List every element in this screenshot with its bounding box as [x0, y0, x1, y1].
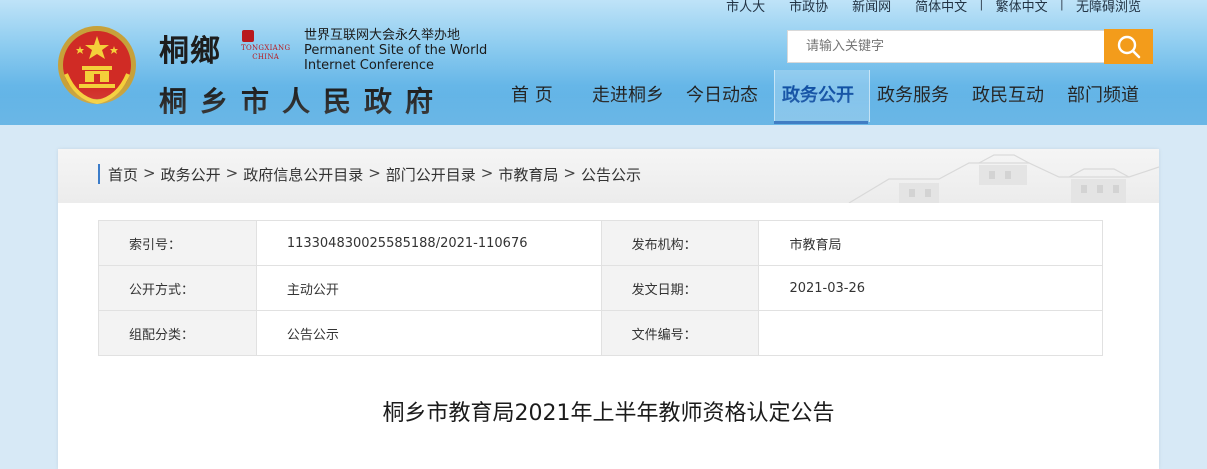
top-link-news[interactable]: 新闻网	[840, 0, 903, 15]
nav-today-news[interactable]: 今日动态	[686, 74, 758, 122]
content-card: 首页 > 政务公开 > 政府信息公开目录 > 部门公开目录 > 市教育局 > 公…	[58, 149, 1159, 469]
logo-en-small: TONGXIANG CHINA	[241, 44, 291, 61]
nav-about-tongxiang[interactable]: 走进桐乡	[592, 74, 664, 122]
breadcrumb-marker	[98, 164, 100, 184]
breadcrumb-separator: >	[563, 164, 576, 182]
table-row: 索引号： 113304830025585188/2021-110676 发布机构…	[98, 220, 1103, 266]
breadcrumb-bar: 首页 > 政务公开 > 政府信息公开目录 > 部门公开目录 > 市教育局 > 公…	[58, 149, 1159, 203]
search-icon	[1117, 35, 1141, 59]
watertown-scenery-icon	[848, 154, 1159, 203]
nav-government-affairs[interactable]: 政务公开	[782, 74, 854, 122]
wic-slogan: 世界互联网大会永久举办地 Permanent Site of the World…	[304, 28, 488, 73]
breadcrumb-department-catalog[interactable]: 部门公开目录	[386, 164, 476, 185]
nav-government-services[interactable]: 政务服务	[877, 74, 949, 122]
breadcrumb-separator: >	[480, 164, 494, 182]
meta-label-category: 组配分类：	[98, 310, 257, 356]
breadcrumb-government-affairs[interactable]: 政务公开	[161, 164, 221, 185]
breadcrumb-separator: >	[143, 164, 156, 182]
top-link-npc[interactable]: 市人大	[714, 0, 777, 15]
meta-label-document-number: 文件编号：	[600, 310, 760, 356]
nav-home[interactable]: 首 页	[511, 74, 553, 122]
article-title: 桐乡市教育局2021年上半年教师资格认定公告	[382, 401, 835, 426]
breadcrumb-education-bureau[interactable]: 市教育局	[498, 164, 558, 185]
breadcrumb-separator: >	[225, 164, 239, 182]
breadcrumb-announcements[interactable]: 公告公示	[581, 164, 641, 185]
meta-label-publisher: 发布机构：	[600, 220, 760, 266]
top-link-cppcc[interactable]: 市政协	[777, 0, 840, 15]
meta-value-document-number	[758, 310, 1103, 356]
meta-label-issue-date: 发文日期：	[600, 265, 760, 311]
document-meta-table: 索引号： 113304830025585188/2021-110676 发布机构…	[98, 220, 1103, 356]
breadcrumb-separator: >	[368, 164, 381, 182]
table-row: 组配分类： 公告公示 文件编号：	[98, 310, 1103, 356]
meta-label-disclosure-mode: 公开方式：	[98, 265, 257, 311]
top-link-accessibility[interactable]: 无障碍浏览	[1064, 0, 1153, 15]
site-title: 桐乡市人民政府	[159, 85, 447, 118]
nav-department-channels[interactable]: 部门频道	[1067, 74, 1139, 122]
seal-icon	[242, 30, 254, 42]
breadcrumb-home[interactable]: 首页	[108, 164, 138, 185]
table-row: 公开方式： 主动公开 发文日期： 2021-03-26	[98, 265, 1103, 311]
search-button[interactable]	[1104, 29, 1153, 64]
search-input[interactable]	[787, 30, 1105, 63]
top-link-traditional[interactable]: 繁体中文	[984, 0, 1060, 15]
top-links: 市人大 市政协 新闻网 简体中文 | 繁体中文 | 无障碍浏览	[714, 0, 1153, 15]
national-emblem-icon	[58, 26, 136, 105]
nav-active-underline	[774, 121, 868, 124]
meta-value-disclosure-mode: 主动公开	[255, 265, 602, 311]
nav-public-interaction[interactable]: 政民互动	[972, 74, 1044, 122]
breadcrumb: 首页 > 政务公开 > 政府信息公开目录 > 部门公开目录 > 市教育局 > 公…	[108, 164, 641, 185]
meta-value-issue-date: 2021-03-26	[758, 265, 1103, 311]
breadcrumb-disclosure-catalog[interactable]: 政府信息公开目录	[243, 164, 363, 185]
logo-calligraphy: 桐鄉	[159, 34, 221, 69]
meta-value-publisher: 市教育局	[758, 220, 1103, 266]
top-link-simplified[interactable]: 简体中文	[903, 0, 979, 15]
meta-value-index: 113304830025585188/2021-110676	[255, 220, 602, 266]
site-header: 市人大 市政协 新闻网 简体中文 | 繁体中文 | 无障碍浏览 桐鄉 TONGX…	[0, 0, 1207, 125]
meta-value-category: 公告公示	[255, 310, 602, 356]
meta-label-index: 索引号：	[98, 220, 257, 266]
